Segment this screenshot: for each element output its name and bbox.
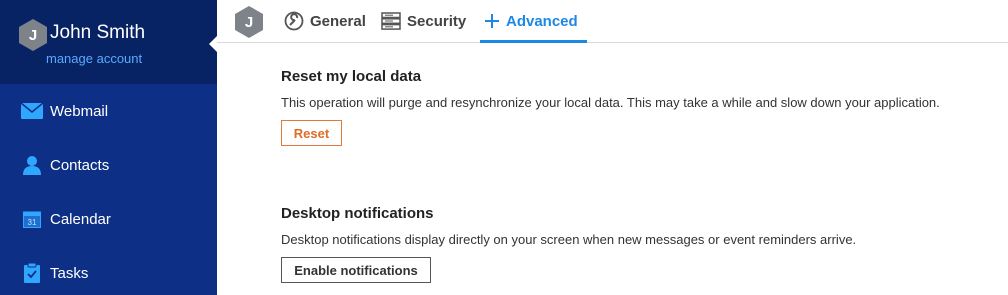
reset-section-title: Reset my local data [281,68,422,85]
account-name: John Smith [50,22,146,43]
avatar[interactable]: J [19,19,47,51]
plus-icon [484,13,500,29]
settings-tabbar: J General Security Advanced [217,0,1008,43]
sidebar-item-webmail[interactable]: Webmail [0,91,217,131]
tab-security[interactable]: Security [381,0,466,42]
sidebar-item-label: Calendar [50,210,111,228]
server-icon [381,12,401,30]
tab-label: Advanced [506,12,578,30]
sidebar-item-calendar[interactable]: 31 Calendar [0,199,217,239]
calendar-icon-text: 31 [28,218,37,227]
tab-label: Security [407,12,467,30]
sidebar: J John Smith manage account Webmail Cont… [0,0,217,295]
notifications-section-description: Desktop notifications display directly o… [281,232,857,247]
enable-notifications-button[interactable]: Enable notifications [281,257,431,283]
sidebar-item-label: Contacts [50,156,110,174]
tab-label: General [310,12,366,30]
wrench-icon [284,11,304,31]
tab-general[interactable]: General [284,0,366,42]
clipboard-icon [21,262,43,284]
notifications-section-title: Desktop notifications [281,205,434,222]
sidebar-item-label: Tasks [50,264,89,282]
calendar-icon: 31 [21,208,43,230]
envelope-icon [21,100,43,122]
reset-button[interactable]: Reset [281,120,342,146]
sidebar-item-label: Webmail [50,102,109,120]
topbar-avatar[interactable]: J [235,6,263,38]
manage-account-link[interactable]: manage account [46,51,142,66]
sidebar-item-tasks[interactable]: Tasks [0,253,217,293]
sidebar-pointer [209,36,217,52]
sidebar-item-contacts[interactable]: Contacts [0,145,217,185]
person-icon [21,154,43,176]
tab-advanced[interactable]: Advanced [480,0,587,43]
reset-section-description: This operation will purge and resynchron… [281,95,940,110]
account-panel: J John Smith manage account [0,0,217,84]
